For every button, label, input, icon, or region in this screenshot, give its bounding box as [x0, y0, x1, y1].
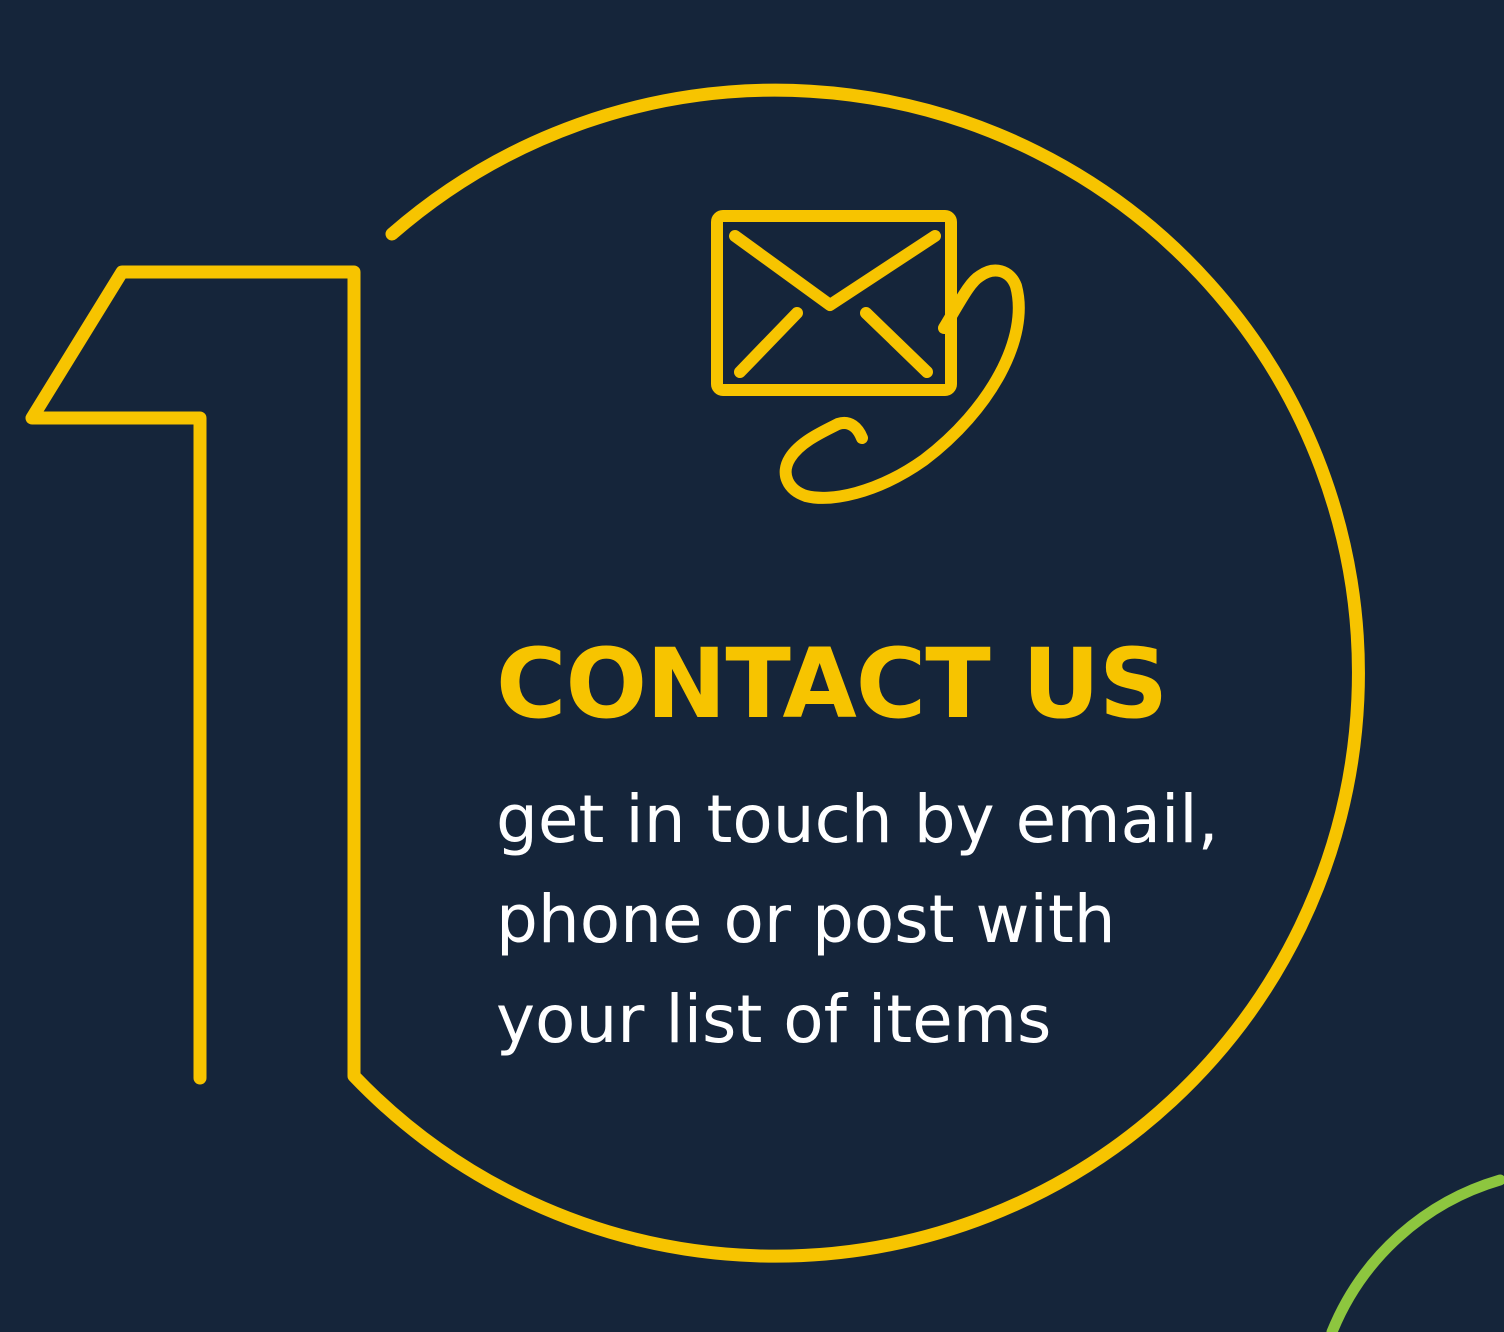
description-line: your list of items — [496, 981, 1052, 1058]
next-step-circle-outline — [1326, 1174, 1504, 1332]
step-title: CONTACT US — [496, 628, 1168, 740]
description-line: get in touch by email, — [496, 781, 1219, 858]
step-description: get in touch by email, phone or post wit… — [496, 770, 1219, 1070]
description-line: phone or post with — [496, 881, 1116, 958]
envelope-phone-icon — [711, 210, 1025, 504]
